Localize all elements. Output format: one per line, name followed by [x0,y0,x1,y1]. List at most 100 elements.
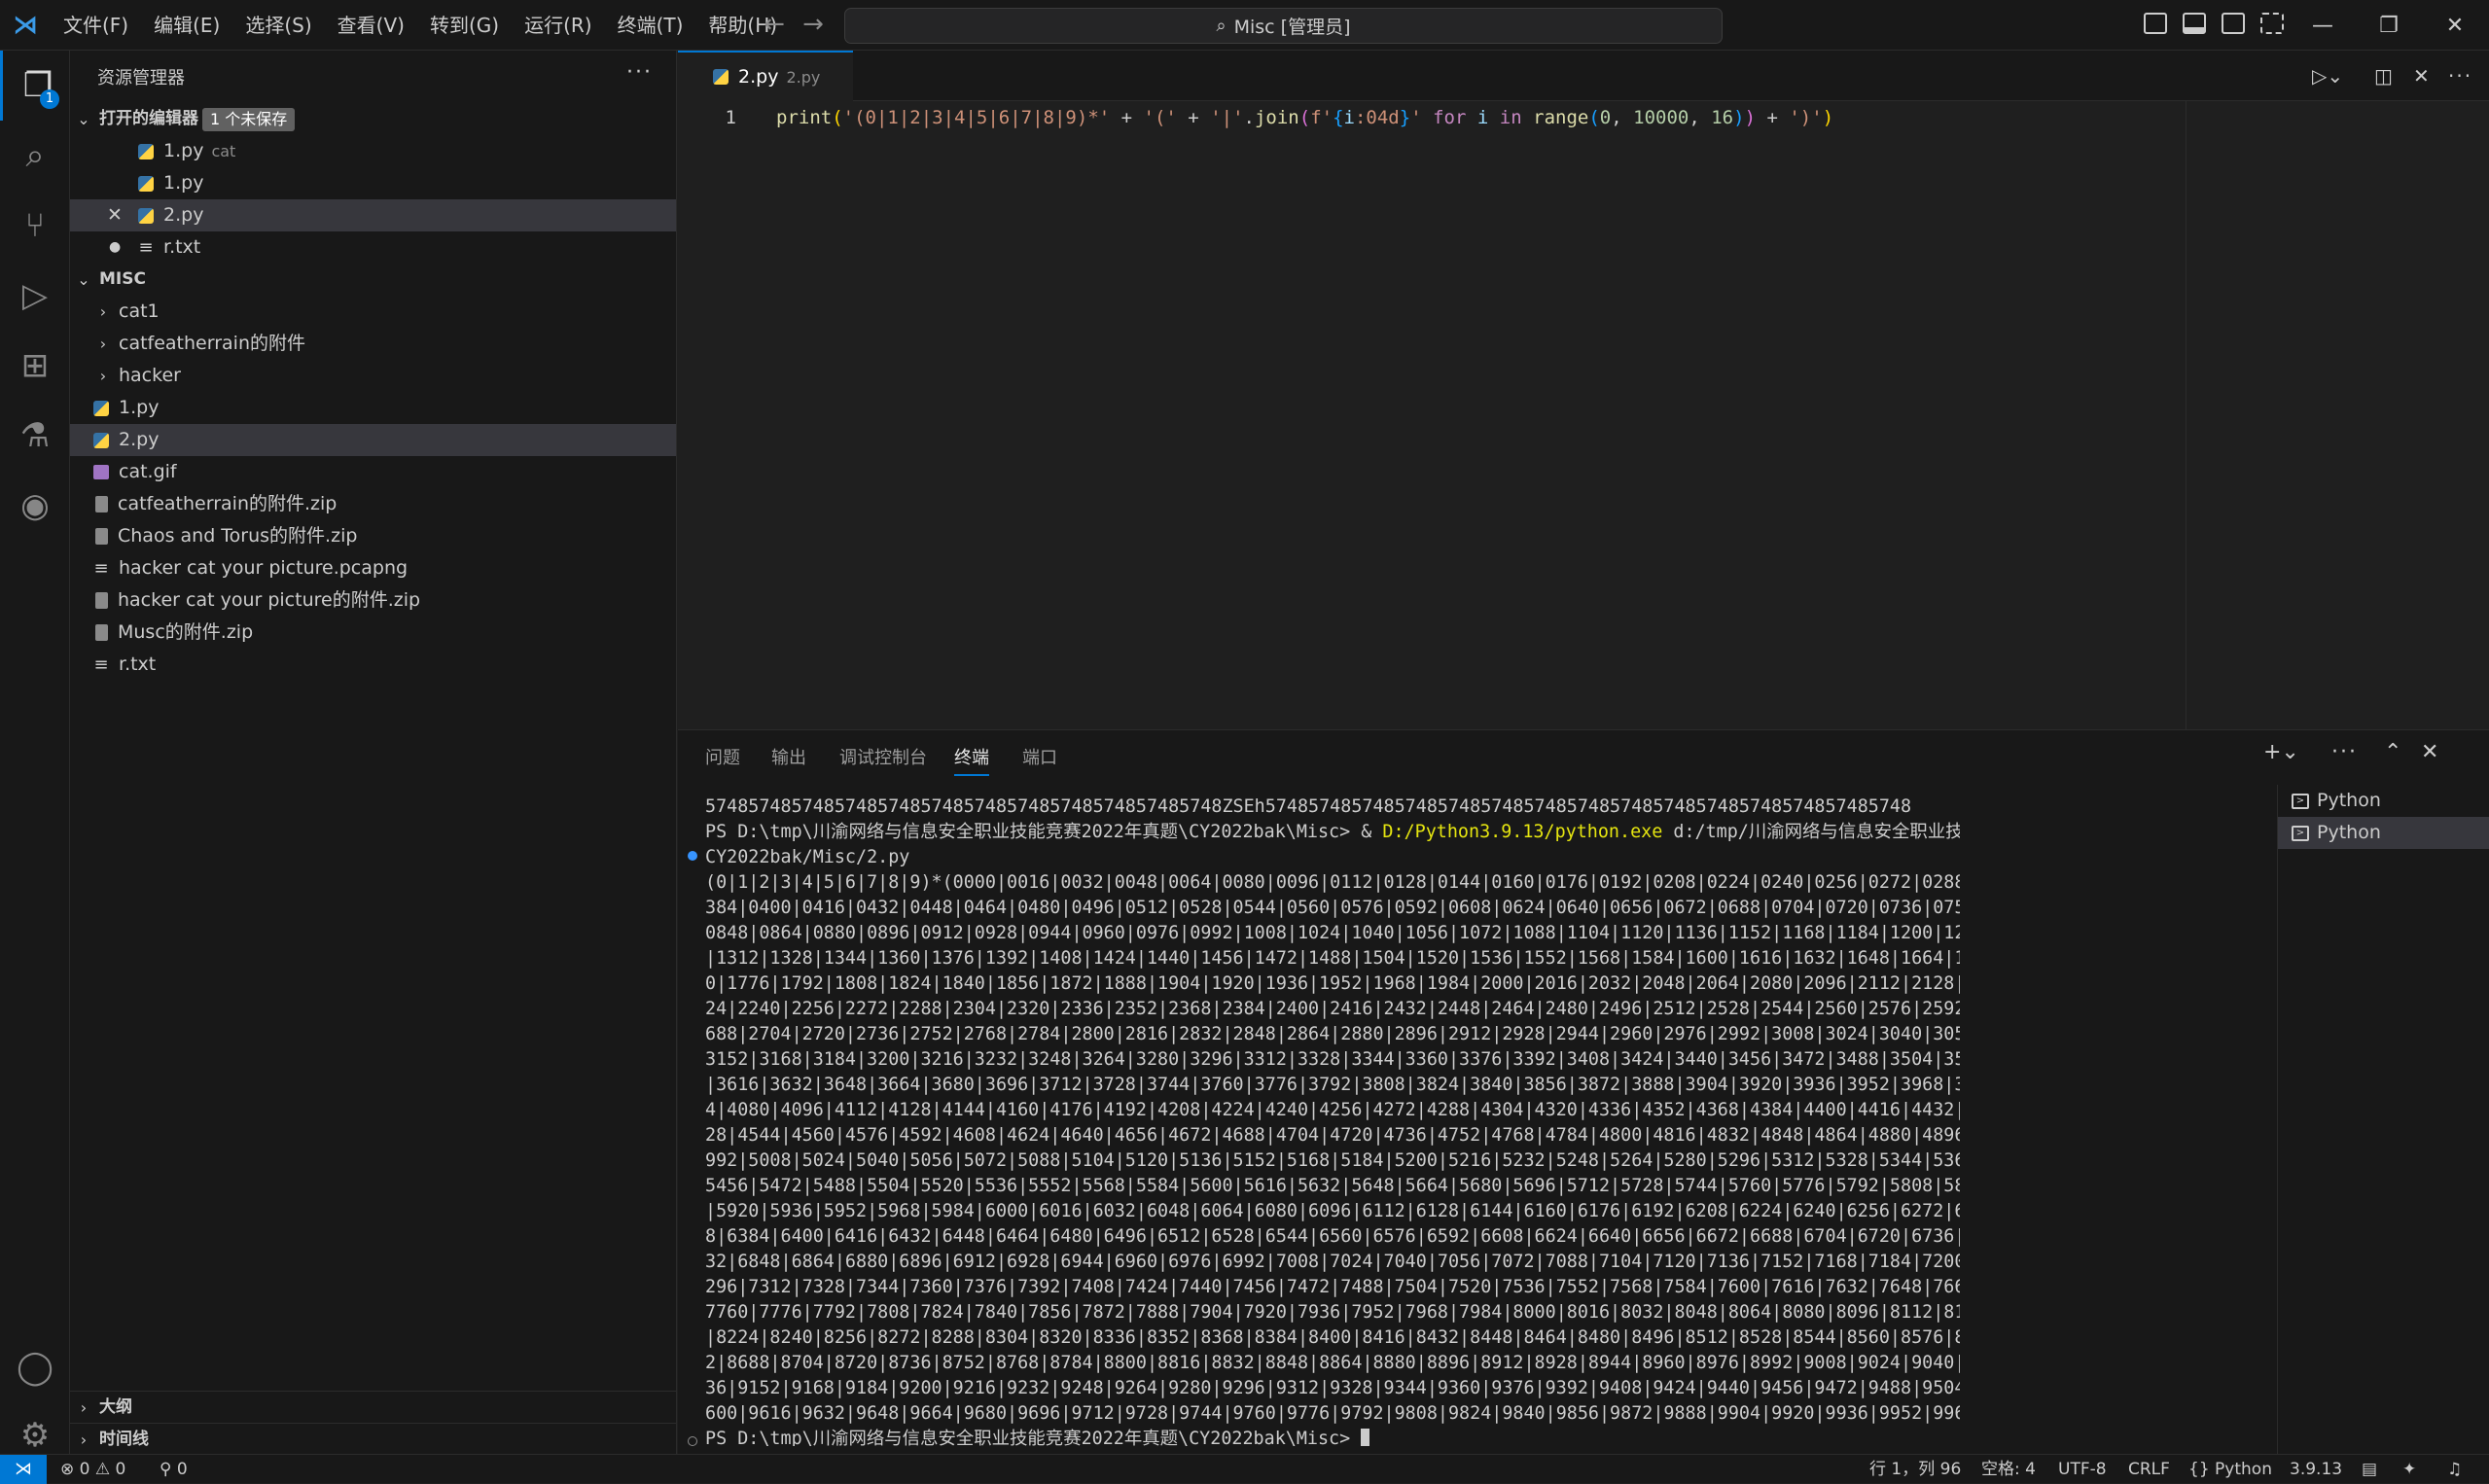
maximize-panel-icon[interactable]: ⌃ [2384,740,2401,764]
toggle-primary-sidebar-icon[interactable] [2144,13,2167,34]
copilot-icon[interactable]: ✦ [2402,1455,2416,1484]
split-editor-icon[interactable]: ◫ [2374,64,2393,88]
terminal-cursor [1361,1429,1370,1446]
tree-file[interactable]: 1.py [70,392,676,424]
code-token: { [1333,107,1344,128]
extensions-icon[interactable]: ⊞ [0,331,70,401]
terminal-scrollbar[interactable] [2254,795,2258,1446]
source-control-icon[interactable]: ⑂ [0,191,70,261]
run-debug-icon[interactable]: ▷ [0,261,70,331]
zip-file-icon [95,624,108,641]
close-editor-icon[interactable]: ✕ [107,199,123,231]
more-actions-icon[interactable]: ··· [2448,64,2472,88]
code-token: ) [1733,107,1745,128]
outline-section-header[interactable]: › 大纲 [70,1391,676,1424]
folder-section-header[interactable]: ⌄ MISC [70,264,676,296]
terminal-list: > Python > Python [2277,785,2489,1466]
panel-more-icon[interactable]: ··· [2331,740,2358,764]
open-editor-item[interactable]: 1.py cat [70,135,676,167]
code-line[interactable]: print('(0|1|2|3|4|5|6|7|8|9)*' + '(' + '… [776,103,1833,132]
sidebar-more-icon[interactable]: ··· [626,60,653,85]
tab-terminal[interactable]: 终端 [954,744,989,776]
problems-count[interactable]: ⊗ 0 ⚠ 0 [60,1455,125,1484]
open-editors-header[interactable]: ⌄ 打开的编辑器 1 个未保存 [70,103,676,135]
code-editor[interactable]: 1 print('(0|1|2|3|4|5|6|7|8|9)*' + '(' +… [678,101,2489,729]
menu-run[interactable]: 运行(R) [512,0,605,51]
search-view-icon[interactable]: ⌕ [0,121,70,191]
tree-file[interactable]: Chaos and Torus的附件.zip [70,520,676,552]
code-token: 0 [1599,107,1612,128]
code-token: . [1243,107,1255,128]
tab-problems[interactable]: 问题 [705,744,740,769]
remote-explorer-icon[interactable]: ◉ [0,471,70,541]
accounts-icon[interactable]: ◯ [0,1332,70,1402]
tab-output[interactable]: 输出 [771,744,806,769]
tree-file[interactable]: Musc的附件.zip [70,617,676,649]
chevron-right-icon: › [99,335,107,353]
line-endings[interactable]: CRLF [2128,1455,2170,1484]
toggle-panel-icon[interactable] [2183,13,2206,34]
menu-go[interactable]: 转到(G) [417,0,512,51]
tree-folder[interactable]: › cat1 [70,296,676,328]
notifications-bell-icon[interactable]: ♫ [2447,1455,2462,1484]
explorer-icon[interactable]: ❐ 1 [0,51,73,121]
back-arrow-icon[interactable]: ← [755,10,794,39]
new-terminal-icon[interactable]: +⌄ [2263,740,2299,764]
tree-item-label: r.txt [119,654,157,675]
indentation[interactable]: 空格: 4 [1981,1455,2036,1484]
tab-debug-console[interactable]: 调试控制台 [839,744,927,769]
customize-layout-icon[interactable] [2260,13,2284,34]
tab-ports[interactable]: 端口 [1022,744,1057,769]
minimap[interactable] [2186,101,2489,729]
menu-selection[interactable]: 选择(S) [232,0,324,51]
toggle-secondary-sidebar-icon[interactable] [2222,13,2245,34]
terminal-line: |3616|3632|3648|3664|3680|3696|3712|3728… [705,1075,1960,1095]
ports-count[interactable]: ⚲ 0 [160,1455,188,1484]
terminal-prompt[interactable]: PS D:\tmp\川渝网络与信息安全职业技能竞赛2022年真题\CY2022b… [705,1427,1960,1446]
code-token: + [1756,107,1790,128]
editor-tab-bar: 2.py 2.py ▷⌄ ◫ ✕ ··· [678,51,2489,101]
restore-icon[interactable]: ❐ [2355,0,2423,51]
open-editor-item-active[interactable]: ✕ 2.py [70,199,676,231]
open-editor-item[interactable]: ● ≡ r.txt [70,231,676,264]
tree-file[interactable]: ≡ hacker cat your picture.pcapng [70,552,676,584]
minimize-icon[interactable]: — [2289,0,2357,51]
search-icon: ⌕ [1216,16,1227,36]
open-editor-item[interactable]: 1.py [70,167,676,199]
run-python-file-icon[interactable]: ▷⌄ [2312,64,2343,88]
language-mode[interactable]: {} Python [2188,1455,2272,1484]
close-window-icon[interactable]: ✕ [2421,0,2489,51]
close-editor-icon[interactable]: ✕ [2413,64,2430,88]
menu-terminal[interactable]: 终端(T) [605,0,696,51]
menu-file[interactable]: 文件(F) [51,0,141,51]
menu-edit[interactable]: 编辑(E) [141,0,232,51]
terminal-list-item[interactable]: > Python [2278,785,2489,817]
tree-file-selected[interactable]: 2.py [70,424,676,456]
menu-view[interactable]: 查看(V) [325,0,417,51]
tree-file[interactable]: cat.gif [70,456,676,488]
code-token: 16 [1711,107,1734,128]
terminal-line: 0|1776|1792|1808|1824|1840|1856|1872|188… [705,973,1960,994]
layout-icon[interactable]: ▤ [2362,1455,2377,1484]
tree-file[interactable]: ≡ r.txt [70,649,676,681]
terminal-output[interactable]: 5748574857485748574857485748574857485748… [705,795,1960,1446]
python-version[interactable]: 3.9.13 [2290,1455,2342,1484]
terminal-list-item-active[interactable]: > Python [2278,817,2489,849]
tree-file[interactable]: catfeatherrain的附件.zip [70,488,676,520]
timeline-section-header[interactable]: › 时间线 [70,1423,676,1456]
command-center-search[interactable]: ⌕ Misc [管理员] [844,8,1723,44]
tree-folder[interactable]: › catfeatherrain的附件 [70,328,676,360]
terminal-line: 0848|0864|0880|0896|0912|0928|0944|0960|… [705,923,1960,943]
status-bar: ⋊ ⊗ 0 ⚠ 0 ⚲ 0 行 1，列 96 空格: 4 UTF-8 CRLF … [0,1454,2489,1484]
tree-folder[interactable]: › hacker [70,360,676,392]
forward-arrow-icon[interactable]: → [794,10,833,39]
close-panel-icon[interactable]: ✕ [2421,740,2438,764]
code-token: :04d [1354,107,1400,128]
cursor-position[interactable]: 行 1，列 96 [1869,1455,1961,1484]
encoding[interactable]: UTF-8 [2058,1455,2107,1484]
remote-indicator-icon[interactable]: ⋊ [0,1455,47,1484]
tab-2py[interactable]: 2.py 2.py [678,51,853,101]
tree-file[interactable]: hacker cat your picture的附件.zip [70,584,676,617]
testing-icon[interactable]: ⚗ [0,401,70,471]
